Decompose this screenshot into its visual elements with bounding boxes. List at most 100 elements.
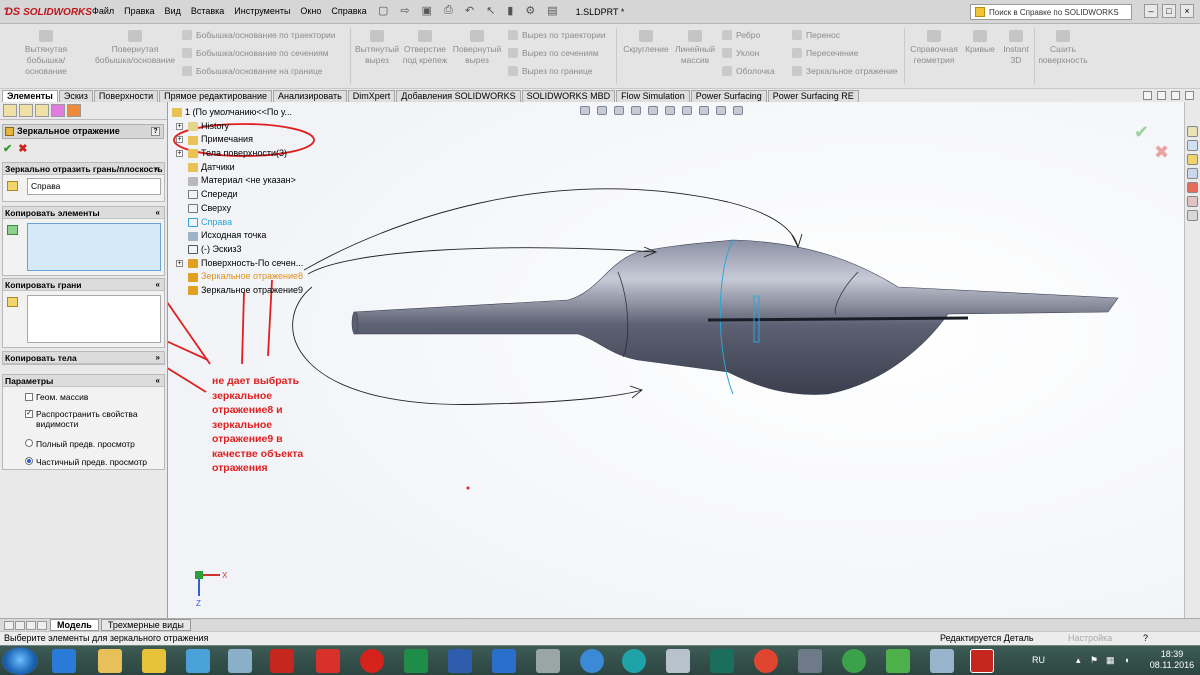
copy-features-header[interactable]: Копировать элементы « [3,207,164,219]
photo-icon[interactable] [930,649,954,673]
calculator-icon[interactable] [666,649,690,673]
extruded-cut-button[interactable]: Вытянутый вырез [354,30,400,66]
menu-file[interactable]: Файл [92,6,114,16]
status-help-button[interactable]: ? [1143,632,1148,645]
help-search-box[interactable]: Поиск в Справке по SOLIDWORKS [970,4,1132,20]
zoom-area-icon[interactable] [597,106,607,115]
paint-icon[interactable] [228,649,252,673]
view-close-icon[interactable] [1185,91,1194,100]
confirm-ok-icon[interactable]: ✔ [1134,122,1149,143]
full-preview-radio[interactable] [25,439,33,447]
menu-tools[interactable]: Инструменты [234,6,290,16]
globe-icon[interactable] [842,649,866,673]
hide-show-icon[interactable] [682,106,692,115]
triangle-app-icon[interactable] [886,649,910,673]
collapse-icon[interactable]: « [156,207,160,219]
confirm-cancel-icon[interactable]: ✖ [1154,142,1169,163]
view-orientation-icon[interactable] [648,106,658,115]
view-settings-icon[interactable] [733,106,743,115]
appearance-icon[interactable] [699,106,709,115]
view-palette-icon[interactable] [1187,168,1198,179]
display-manager-tab-icon[interactable] [67,104,81,117]
boundary-cut-button[interactable]: Вырез по границе [508,66,593,76]
previous-view-icon[interactable] [614,106,624,115]
expand-toggle[interactable]: + [176,122,183,130]
next-tab-icon[interactable] [26,620,36,630]
tool-icon[interactable] [536,649,560,673]
section-view-icon[interactable] [631,106,641,115]
language-indicator[interactable]: RU [1032,655,1045,665]
tab-direct-editing[interactable]: Прямое редактирование [159,90,273,102]
draft-button[interactable]: Уклон [722,48,759,58]
satellite-icon[interactable] [798,649,822,673]
resources-icon[interactable] [1187,126,1198,137]
revolved-boss-button[interactable]: Повернутая бобышка/основание [92,30,178,66]
close-button[interactable]: × [1180,4,1194,18]
geom-pattern-checkbox[interactable] [25,393,33,401]
full-preview-option[interactable]: Полный предв. просмотр [25,439,135,449]
tab-power-surfacing[interactable]: Power Surfacing [690,90,767,102]
propagate-visual-checkbox[interactable]: ✓ [25,410,33,418]
parameters-header[interactable]: Параметры « [3,375,164,387]
menu-view[interactable]: Вид [165,6,181,16]
tree-item-sketch3[interactable]: (-) Эскиз3 [172,243,303,257]
opera-icon[interactable] [360,649,384,673]
start-button[interactable] [2,647,38,675]
notes-icon[interactable] [186,649,210,673]
custom-properties-icon[interactable] [1187,196,1198,207]
tree-item-surface-bodies[interactable]: + Тела поверхности(3) [172,147,303,161]
first-tab-icon[interactable] [4,620,14,630]
expand-toggle[interactable]: + [176,150,183,158]
maximize-button[interactable]: □ [1162,4,1176,18]
prev-tab-icon[interactable] [15,620,25,630]
copy-faces-header[interactable]: Копировать грани « [3,279,164,291]
select-icon[interactable]: ↖ [486,4,495,17]
tree-item-mirror8[interactable]: Зеркальное отражение8 [172,270,303,284]
menu-help[interactable]: Справка [331,6,366,16]
tab-flow-simulation[interactable]: Flow Simulation [616,90,690,102]
tab-sketch[interactable]: Эскиз [58,90,93,102]
reference-geometry-button[interactable]: Справочная геометрия [906,30,962,66]
pdf-icon[interactable] [316,649,340,673]
expand-toggle[interactable]: + [176,259,183,267]
ok-checkmark-icon[interactable]: ✔ [3,142,12,155]
max-icon[interactable] [710,649,734,673]
cancel-x-icon[interactable]: ✖ [18,142,27,155]
print-icon[interactable]: ⎙ [444,4,453,17]
last-tab-icon[interactable] [37,620,47,630]
curves-button[interactable]: Кривые [962,30,998,55]
wrap-button[interactable]: Перенос [792,30,840,40]
plane-app-icon[interactable] [492,649,516,673]
arduino-icon[interactable] [622,649,646,673]
collapse-icon[interactable]: « [156,375,160,387]
clock[interactable]: 18:39 08.11.2016 [1148,649,1196,671]
tab-mbd[interactable]: SOLIDWORKS MBD [521,90,616,102]
tile-icon[interactable] [1143,91,1152,100]
mirror-button[interactable]: Зеркальное отражение [792,66,898,76]
collapse-icon[interactable]: « [156,279,160,291]
file-explorer-icon[interactable] [1187,154,1198,165]
network-icon[interactable]: ▦ [1106,655,1115,666]
boundary-boss-button[interactable]: Бобышка/основание на границе [182,66,322,76]
folder-icon[interactable] [98,649,122,673]
tab-dimxpert[interactable]: DimXpert [347,90,396,102]
instant3d-button[interactable]: Instant 3D [1000,30,1032,66]
word-icon[interactable] [448,649,472,673]
display-style-icon[interactable] [665,106,675,115]
forum-icon[interactable] [1187,210,1198,221]
tree-item-sensors[interactable]: Датчики [172,161,303,175]
lofted-boss-button[interactable]: Бобышка/основание по сечениям [182,48,329,58]
geom-pattern-option[interactable]: Геом. массив [25,392,88,402]
revolved-cut-button[interactable]: Повернутый вырез [450,30,504,66]
tray-arrow-icon[interactable]: ▴ [1076,655,1081,666]
scene-icon[interactable] [716,106,726,115]
tab-features[interactable]: Элементы [2,90,58,102]
graphics-area[interactable]: ✔ ✖ X Z 1 (По умолчанию<<По у... + Histor… [168,102,1184,618]
rib-button[interactable]: Ребро [722,30,760,40]
rebuild-icon[interactable]: ▮ [507,4,513,17]
propagate-visual-option[interactable]: ✓ Распространить свойства видимости [25,409,155,429]
view-maximize-icon[interactable] [1171,91,1180,100]
display-icon[interactable]: ▤ [547,4,557,17]
dimxpert-tab-icon[interactable] [51,104,65,117]
partial-preview-option[interactable]: Частичный предв. просмотр [25,457,147,467]
